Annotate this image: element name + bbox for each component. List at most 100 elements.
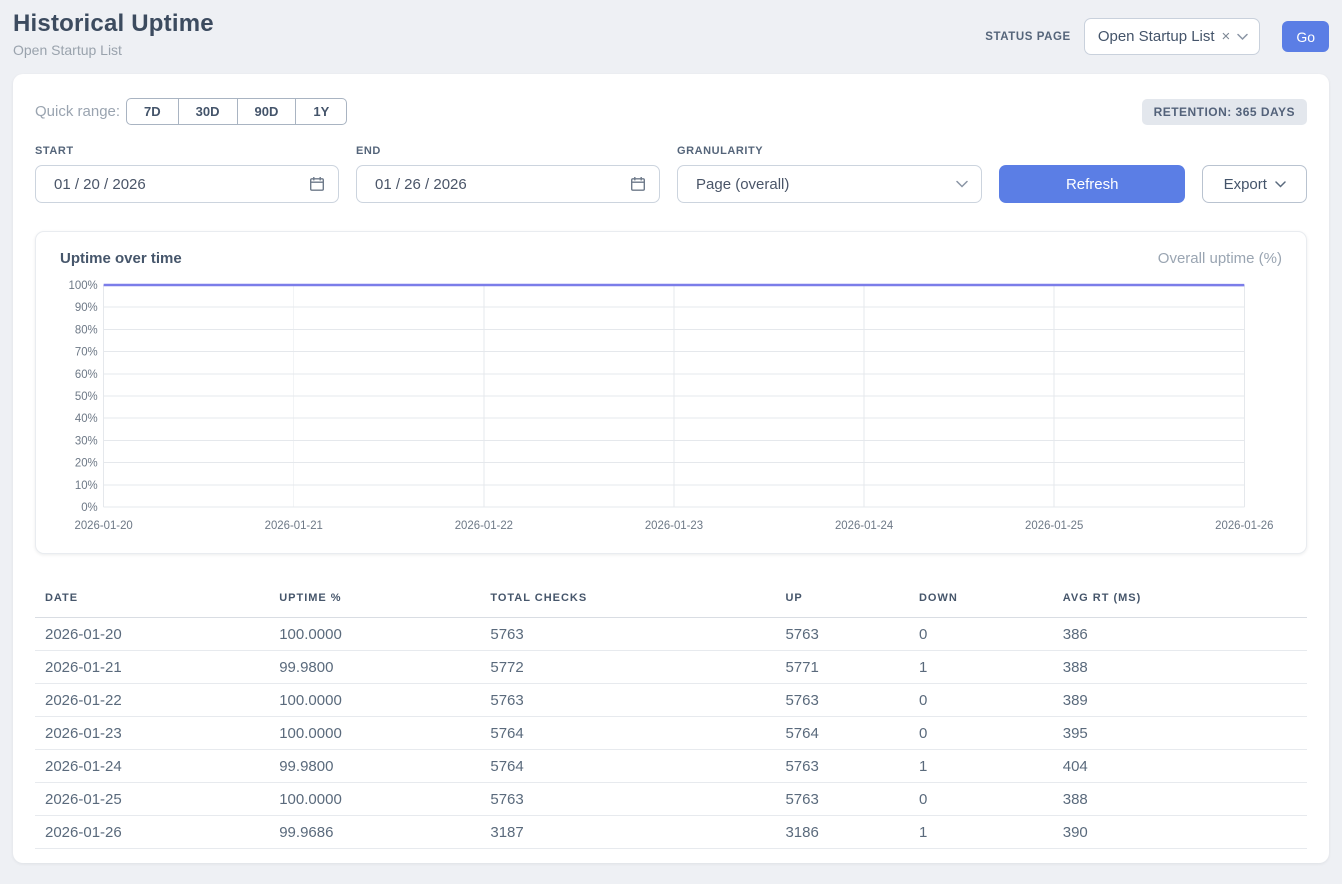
y-axis-tick-label: 80%: [75, 324, 98, 336]
page-header: Historical Uptime Open Startup List STAT…: [13, 10, 1329, 58]
end-date-input[interactable]: 01 / 26 / 2026: [356, 165, 660, 203]
start-label: START: [35, 145, 339, 157]
refresh-button[interactable]: Refresh: [999, 165, 1185, 203]
table-cell: 5771: [785, 651, 919, 684]
table-cell: 100.0000: [279, 684, 490, 717]
table-row: 2026-01-2699.9686318731861390: [35, 816, 1307, 849]
page-subtitle: Open Startup List: [13, 42, 214, 58]
table-cell: 2026-01-24: [35, 750, 279, 783]
table-cell: 5763: [785, 783, 919, 816]
table-cell: 0: [919, 717, 1063, 750]
page: Historical Uptime Open Startup List STAT…: [0, 0, 1342, 879]
table-cell: 5764: [785, 717, 919, 750]
granularity-label: GRANULARITY: [677, 145, 982, 157]
y-axis-tick-label: 20%: [75, 458, 98, 470]
table-cell: 0: [919, 618, 1063, 651]
main-card: Quick range: 7D 30D 90D 1Y RETENTION: 36…: [13, 74, 1329, 863]
table-cell: 100.0000: [279, 783, 490, 816]
granularity-select[interactable]: Page (overall): [677, 165, 982, 203]
y-axis-tick-label: 40%: [75, 413, 98, 425]
uptime-table: DATE UPTIME % TOTAL CHECKS UP DOWN AVG R…: [35, 582, 1307, 849]
go-button[interactable]: Go: [1282, 21, 1329, 52]
table-cell: 5763: [785, 750, 919, 783]
table-row: 2026-01-2499.9800576457631404: [35, 750, 1307, 783]
table-header-row: DATE UPTIME % TOTAL CHECKS UP DOWN AVG R…: [35, 582, 1307, 618]
column-header-down: DOWN: [919, 582, 1063, 618]
calendar-icon[interactable]: [630, 176, 646, 192]
page-title: Historical Uptime: [13, 10, 214, 38]
status-page-controls: STATUS PAGE Open Startup List × Go: [985, 18, 1329, 55]
calendar-icon[interactable]: [309, 176, 325, 192]
start-date-field: START 01 / 20 / 2026: [35, 145, 339, 203]
y-axis-tick-label: 70%: [75, 347, 98, 359]
table-cell: 5763: [785, 618, 919, 651]
table-row: 2026-01-25100.0000576357630388: [35, 783, 1307, 816]
filter-row: START 01 / 20 / 2026 END 01 / 26 / 2026: [35, 145, 1307, 203]
table-row: 2026-01-22100.0000576357630389: [35, 684, 1307, 717]
table-cell: 395: [1063, 717, 1307, 750]
column-header-total-checks: TOTAL CHECKS: [490, 582, 785, 618]
table-row: 2026-01-2199.9800577257711388: [35, 651, 1307, 684]
x-axis-tick-label: 2026-01-20: [75, 520, 133, 532]
table-cell: 2026-01-22: [35, 684, 279, 717]
table-row: 2026-01-20100.0000576357630386: [35, 618, 1307, 651]
y-axis-tick-label: 100%: [69, 280, 98, 292]
table-cell: 3187: [490, 816, 785, 849]
table-cell: 389: [1063, 684, 1307, 717]
end-date-value: 01 / 26 / 2026: [375, 176, 467, 193]
table-cell: 5763: [490, 684, 785, 717]
table-cell: 390: [1063, 816, 1307, 849]
table-cell: 0: [919, 684, 1063, 717]
table-cell: 5763: [785, 684, 919, 717]
chart-header: Uptime over time Overall uptime (%): [60, 250, 1282, 267]
status-page-select[interactable]: Open Startup List ×: [1084, 18, 1261, 55]
uptime-chart: 0%10%20%30%40%50%60%70%80%90%100%2026-01…: [60, 277, 1282, 539]
table-row: 2026-01-23100.0000576457640395: [35, 717, 1307, 750]
table-cell: 2026-01-26: [35, 816, 279, 849]
uptime-table-body: 2026-01-20100.00005763576303862026-01-21…: [35, 618, 1307, 849]
table-cell: 0: [919, 783, 1063, 816]
quick-range-30d-button[interactable]: 30D: [179, 98, 238, 125]
table-cell: 3186: [785, 816, 919, 849]
end-label: END: [356, 145, 660, 157]
quick-range-90d-button[interactable]: 90D: [238, 98, 297, 125]
y-axis-tick-label: 60%: [75, 369, 98, 381]
table-cell: 5764: [490, 750, 785, 783]
table-cell: 386: [1063, 618, 1307, 651]
chevron-down-icon: [1275, 181, 1286, 188]
chevron-down-icon: [956, 180, 968, 188]
y-axis-tick-label: 30%: [75, 435, 98, 447]
start-date-value: 01 / 20 / 2026: [54, 176, 146, 193]
export-button[interactable]: Export: [1202, 165, 1307, 203]
table-cell: 5764: [490, 717, 785, 750]
table-cell: 2026-01-25: [35, 783, 279, 816]
x-axis-tick-label: 2026-01-22: [455, 520, 513, 532]
quick-range-7d-button[interactable]: 7D: [126, 98, 179, 125]
table-cell: 2026-01-20: [35, 618, 279, 651]
uptime-table-head: DATE UPTIME % TOTAL CHECKS UP DOWN AVG R…: [35, 582, 1307, 618]
retention-badge: RETENTION: 365 DAYS: [1142, 99, 1307, 125]
end-date-field: END 01 / 26 / 2026: [356, 145, 660, 203]
table-cell: 2026-01-21: [35, 651, 279, 684]
y-axis-tick-label: 50%: [75, 391, 98, 403]
clear-icon[interactable]: ×: [1222, 29, 1231, 44]
column-header-date: DATE: [35, 582, 279, 618]
table-cell: 100.0000: [279, 618, 490, 651]
table-cell: 99.9686: [279, 816, 490, 849]
quick-range-group: Quick range: 7D 30D 90D 1Y: [35, 98, 347, 125]
table-cell: 99.9800: [279, 651, 490, 684]
x-axis-tick-label: 2026-01-23: [645, 520, 703, 532]
quick-range-label: Quick range:: [35, 103, 120, 120]
status-page-selected-value: Open Startup List: [1098, 28, 1215, 45]
granularity-field: GRANULARITY Page (overall): [677, 145, 982, 203]
status-page-label: STATUS PAGE: [985, 31, 1071, 43]
table-cell: 99.9800: [279, 750, 490, 783]
table-cell: 1: [919, 816, 1063, 849]
quick-range-1y-button[interactable]: 1Y: [296, 98, 347, 125]
column-header-avg-rt: AVG RT (MS): [1063, 582, 1307, 618]
start-date-input[interactable]: 01 / 20 / 2026: [35, 165, 339, 203]
title-block: Historical Uptime Open Startup List: [13, 10, 214, 58]
quick-range-buttons: 7D 30D 90D 1Y: [126, 98, 347, 125]
table-cell: 1: [919, 651, 1063, 684]
quick-range-row: Quick range: 7D 30D 90D 1Y RETENTION: 36…: [35, 98, 1307, 125]
